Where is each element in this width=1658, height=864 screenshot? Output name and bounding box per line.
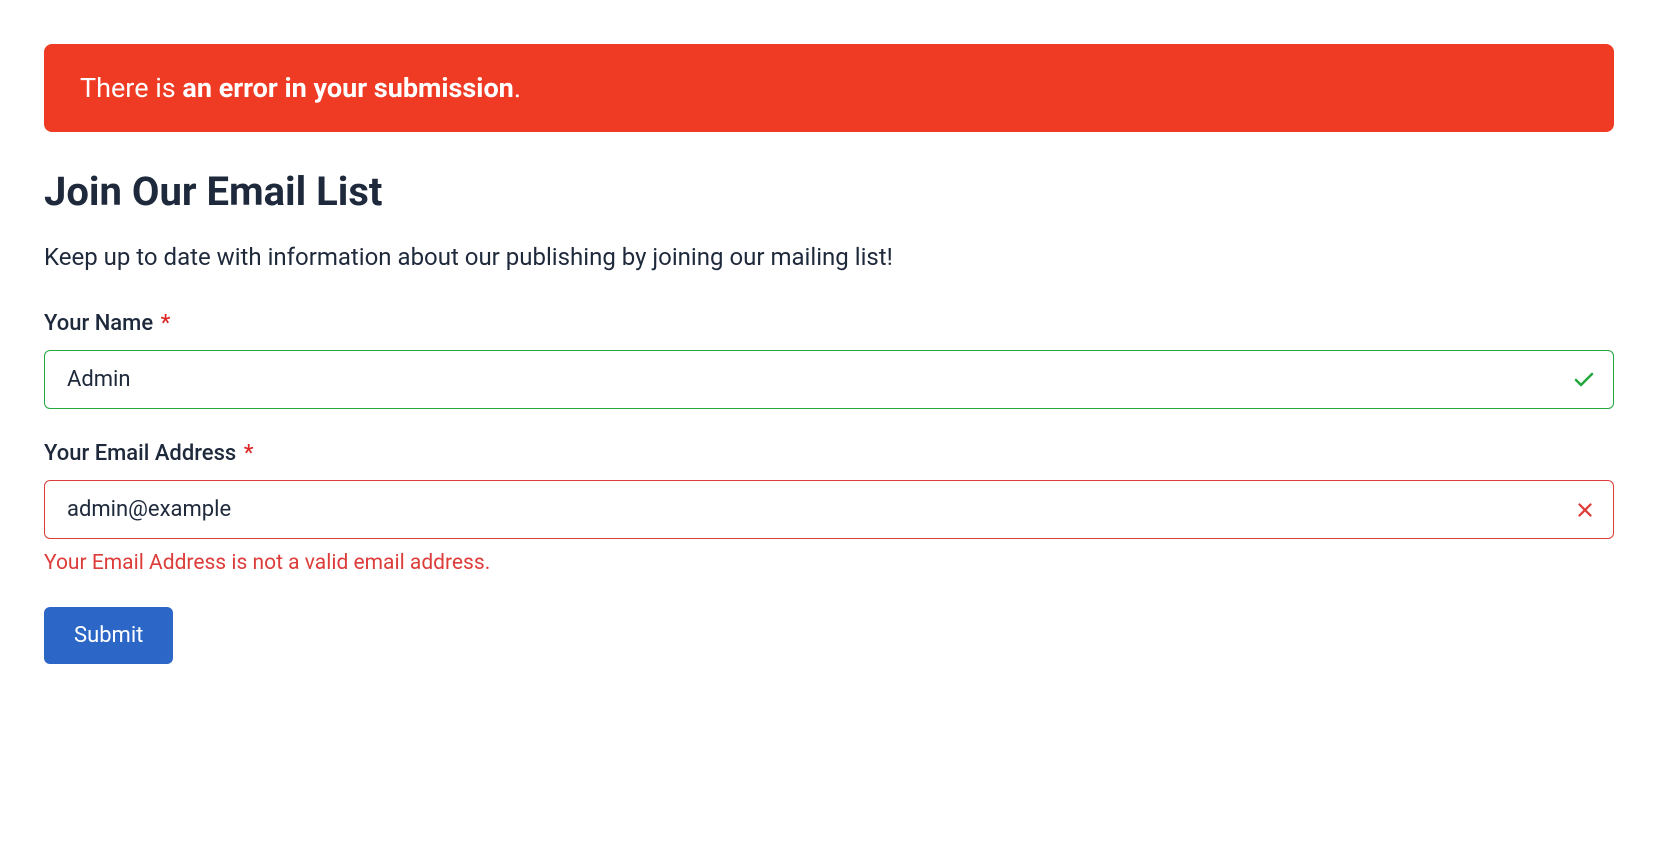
email-label-text: Your Email Address [44,441,236,466]
alert-prefix: There is [80,72,182,104]
name-input-wrapper [44,350,1614,409]
x-icon [1574,499,1596,521]
email-input-wrapper [44,480,1614,539]
email-signup-form: Your Name * Your Email Address * [44,311,1614,664]
alert-suffix: . [514,72,521,104]
alert-emphasis: an error in your submission [182,72,513,104]
submit-button[interactable]: Submit [44,607,173,664]
required-asterisk: * [244,441,254,466]
name-label: Your Name * [44,311,1614,336]
email-field-group: Your Email Address * Your Email Address … [44,441,1614,575]
name-field-group: Your Name * [44,311,1614,409]
required-asterisk: * [161,311,171,336]
name-input[interactable] [44,350,1614,409]
email-label: Your Email Address * [44,441,1614,466]
email-error-message: Your Email Address is not a valid email … [44,551,1614,575]
name-label-text: Your Name [44,311,153,336]
page-title: Join Our Email List [44,168,1614,215]
email-input[interactable] [44,480,1614,539]
form-description: Keep up to date with information about o… [44,243,1614,271]
error-alert: There is an error in your submission. [44,44,1614,132]
checkmark-icon [1572,368,1596,392]
